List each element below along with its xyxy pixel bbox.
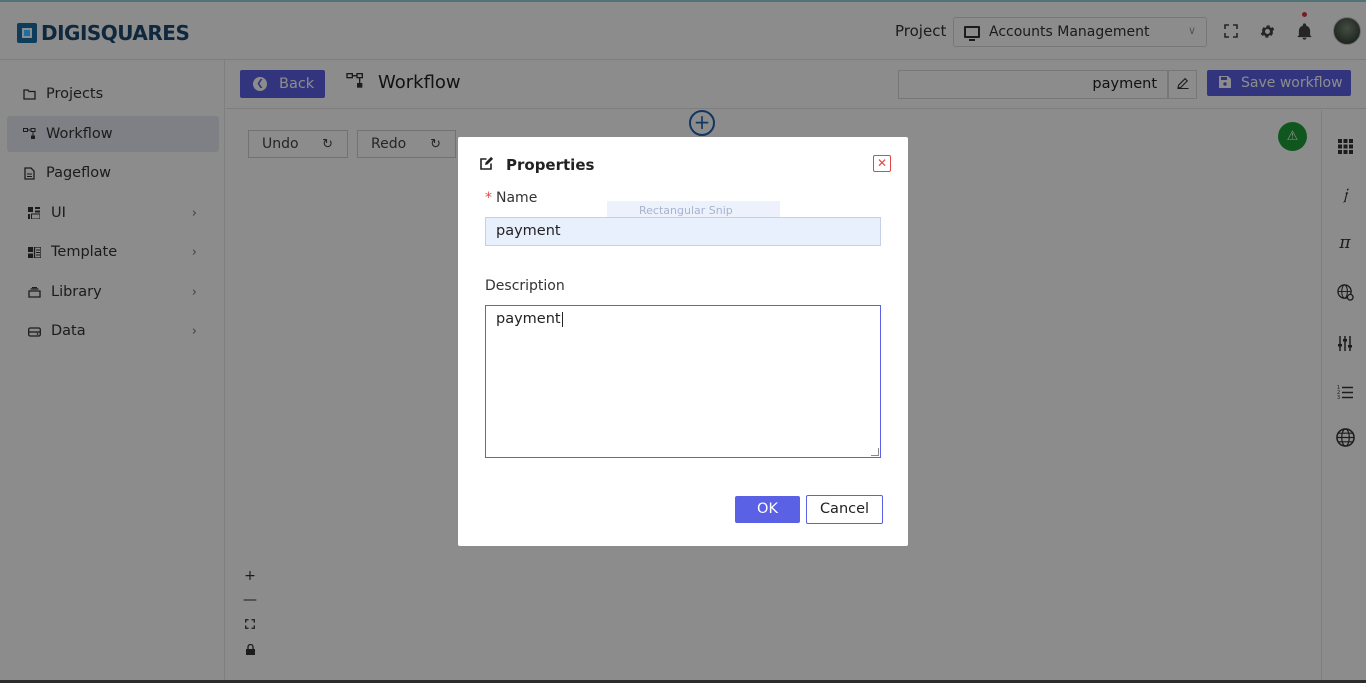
close-icon[interactable]: ✕: [873, 155, 891, 172]
description-textarea[interactable]: payment: [485, 305, 881, 458]
properties-dialog: Properties ✕ Rectangular Snip * Name paym…: [458, 137, 908, 546]
dialog-title: Properties: [480, 156, 594, 174]
cancel-button[interactable]: Cancel: [806, 495, 883, 524]
name-label-text: Name: [496, 190, 538, 206]
dialog-title-text: Properties: [506, 156, 595, 174]
description-label: Description: [485, 278, 565, 294]
description-value: payment: [496, 311, 561, 327]
required-marker: *: [485, 190, 492, 206]
resize-handle[interactable]: [871, 448, 879, 456]
text-caret: [561, 311, 563, 327]
ok-button[interactable]: OK: [735, 496, 800, 523]
name-label: * Name: [485, 190, 537, 206]
name-field[interactable]: payment: [485, 217, 881, 246]
edit-icon: [480, 156, 494, 174]
